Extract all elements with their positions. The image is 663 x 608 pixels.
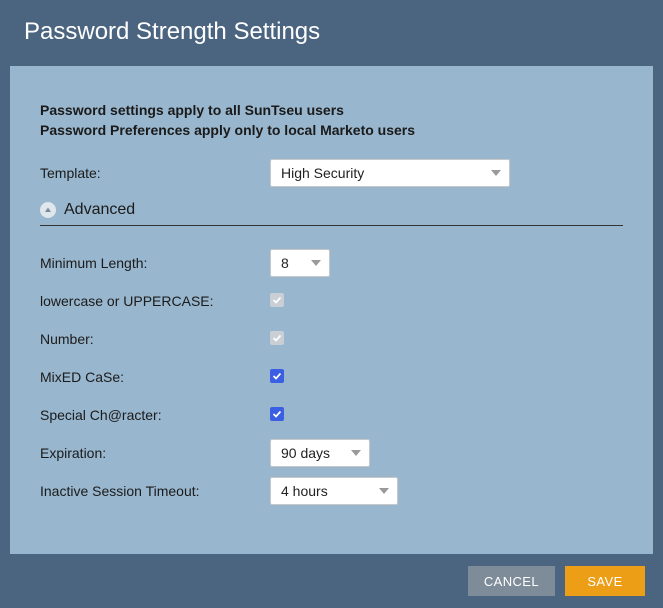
min-length-select[interactable]: 8 <box>270 249 330 277</box>
timeout-row: Inactive Session Timeout: 4 hours <box>40 476 623 506</box>
template-select[interactable]: High Security <box>270 159 510 187</box>
special-char-checkbox[interactable] <box>270 407 284 421</box>
special-char-label: Special Ch@racter: <box>40 407 270 423</box>
advanced-body: Minimum Length: 8 lowercase or UPPERCASE… <box>40 226 623 506</box>
timeout-select[interactable]: 4 hours <box>270 477 398 505</box>
special-char-row: Special Ch@racter: <box>40 400 623 430</box>
number-label: Number: <box>40 331 270 347</box>
min-length-row: Minimum Length: 8 <box>40 248 623 278</box>
expiration-row: Expiration: 90 days <box>40 438 623 468</box>
number-checkbox <box>270 331 284 345</box>
advanced-header-label: Advanced <box>64 201 135 219</box>
dialog-footer: CANCEL SAVE <box>0 554 663 608</box>
case-or-label: lowercase or UPPERCASE: <box>40 293 270 309</box>
dialog-title: Password Strength Settings <box>0 0 663 66</box>
expiration-value: 90 days <box>281 445 351 461</box>
advanced-toggle[interactable]: Advanced <box>40 201 623 226</box>
template-row: Template: High Security <box>40 159 623 187</box>
intro-text: Password settings apply to all SunTseu u… <box>40 100 623 141</box>
expiration-select[interactable]: 90 days <box>270 439 370 467</box>
intro-line-1: Password settings apply to all SunTseu u… <box>40 100 623 120</box>
chevron-down-icon <box>351 450 361 456</box>
cancel-button[interactable]: CANCEL <box>468 566 555 596</box>
chevron-down-icon <box>311 260 321 266</box>
chevron-down-icon <box>379 488 389 494</box>
expiration-label: Expiration: <box>40 445 270 461</box>
min-length-value: 8 <box>281 255 311 271</box>
dialog-body: Password settings apply to all SunTseu u… <box>10 66 653 554</box>
case-or-checkbox <box>270 293 284 307</box>
case-or-row: lowercase or UPPERCASE: <box>40 286 623 316</box>
mixed-case-row: MixED CaSe: <box>40 362 623 392</box>
chevron-down-icon <box>491 170 501 176</box>
number-row: Number: <box>40 324 623 354</box>
mixed-case-label: MixED CaSe: <box>40 369 270 385</box>
mixed-case-checkbox[interactable] <box>270 369 284 383</box>
template-label: Template: <box>40 165 270 181</box>
min-length-label: Minimum Length: <box>40 255 270 271</box>
password-settings-dialog: Password Strength Settings Password sett… <box>0 0 663 608</box>
template-select-value: High Security <box>281 165 491 181</box>
intro-line-2: Password Preferences apply only to local… <box>40 120 623 140</box>
save-button[interactable]: SAVE <box>565 566 645 596</box>
collapse-up-icon <box>40 202 56 218</box>
timeout-label: Inactive Session Timeout: <box>40 483 270 499</box>
timeout-value: 4 hours <box>281 483 379 499</box>
